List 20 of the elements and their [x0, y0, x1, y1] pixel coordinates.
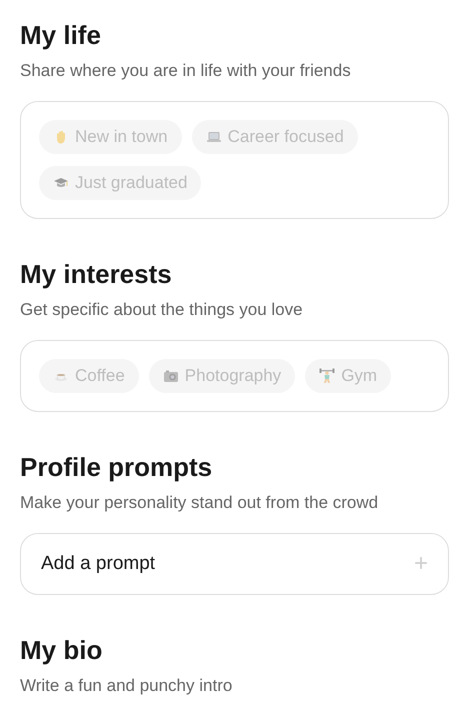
tag-chip[interactable]: Career focused	[192, 120, 358, 154]
section-heading: My bio	[20, 634, 104, 666]
section-description: Get specific about the things you love	[20, 299, 304, 321]
section-heading: My interests	[20, 258, 173, 290]
section-heading: My life	[20, 19, 102, 51]
weightlifter-icon	[319, 368, 336, 384]
section-description: Make your personality stand out from the crowd	[20, 492, 380, 514]
section-description: Write a fun and punchy intro	[20, 675, 234, 697]
laptop-icon	[206, 129, 222, 145]
section-heading: Profile prompts	[20, 451, 214, 483]
plus-icon: +	[414, 552, 428, 576]
camera-icon	[162, 368, 179, 384]
tag-chip[interactable]: Photography	[148, 359, 296, 393]
add-prompt-button[interactable]: Add a prompt +	[20, 533, 449, 595]
tag-chip[interactable]: New in town	[39, 120, 182, 154]
button-label: Add a prompt	[41, 553, 156, 575]
tag-chip[interactable]: Just graduated	[39, 166, 202, 200]
section-description: Share where you are in life with your friends	[20, 60, 352, 82]
tag-chip[interactable]: Gym	[305, 359, 392, 393]
tag-chip[interactable]: Coffee	[39, 359, 139, 393]
